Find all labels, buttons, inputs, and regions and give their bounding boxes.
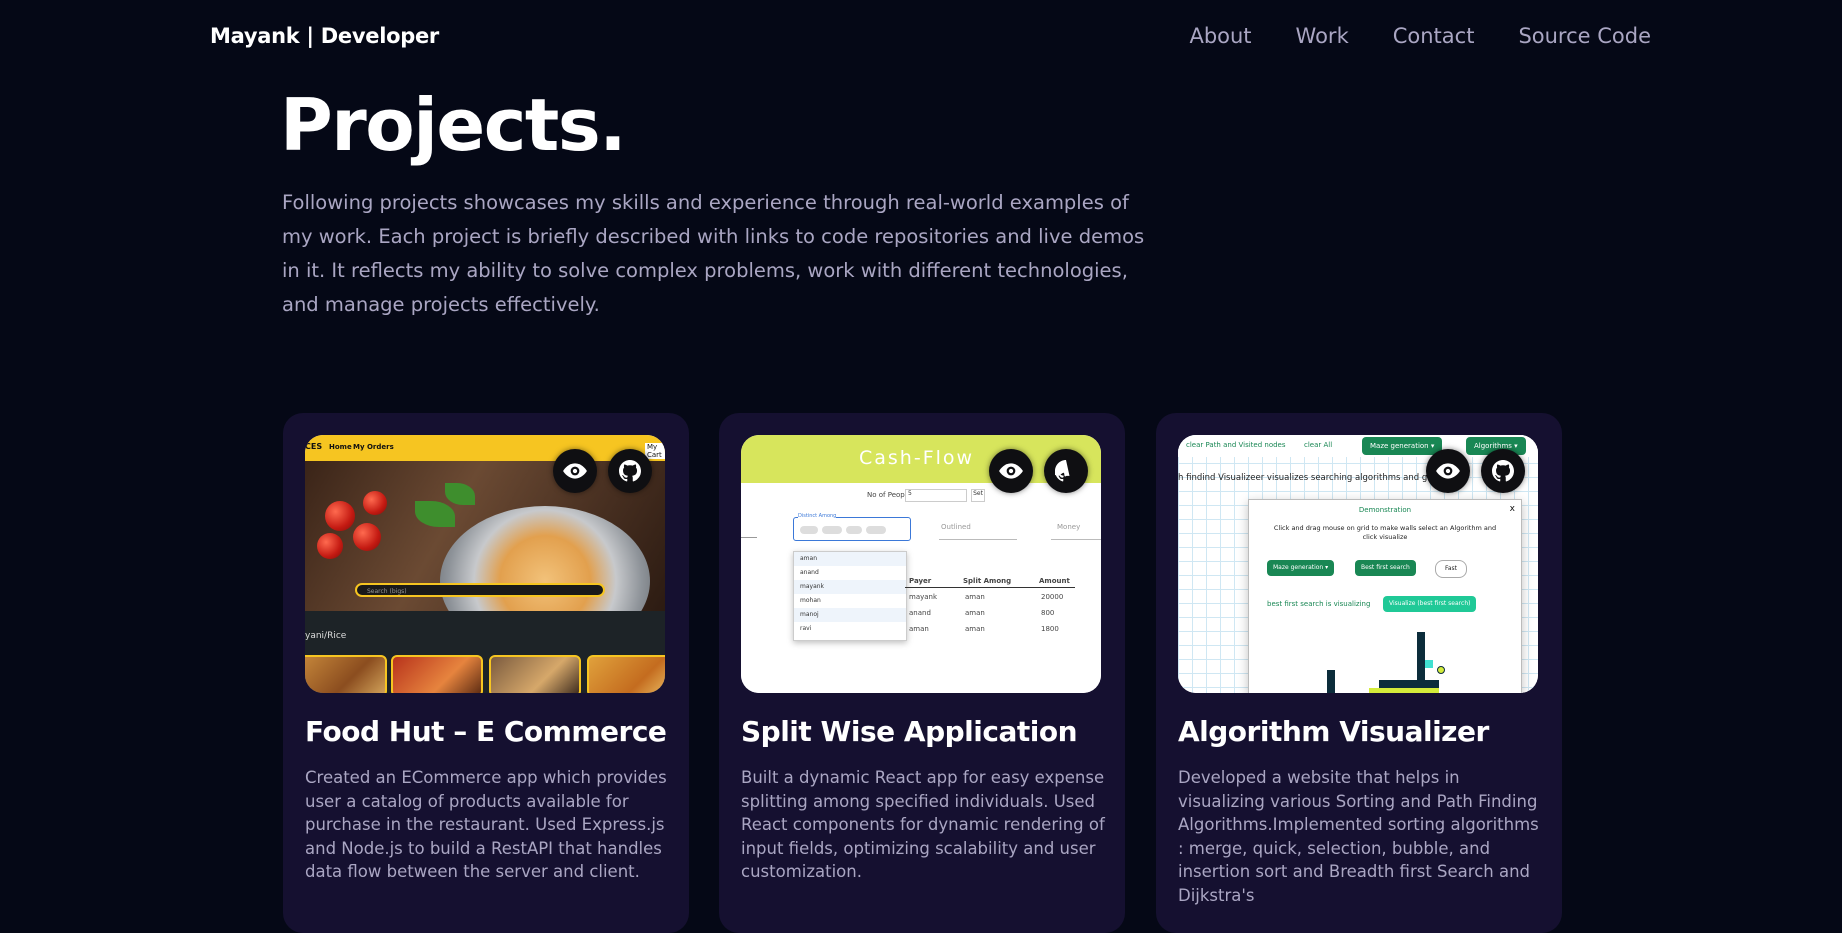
nav-link-about[interactable]: About: [1189, 24, 1251, 48]
project-card-algorithm-visualizer: clear Path and Visited nodes clear All M…: [1156, 413, 1562, 933]
eye-icon: [563, 463, 587, 479]
thumb-dish: [489, 655, 581, 693]
project-title: Split Wise Application: [741, 715, 1078, 748]
eye-icon: [1436, 463, 1460, 479]
thumb-nav-home: Home: [329, 443, 352, 451]
thumb-tagline: h findind Visualizeer visualizes searchi…: [1178, 473, 1459, 483]
thumb-dish: [391, 655, 483, 693]
thumb-nav-cart: My Cart: [645, 443, 665, 459]
page-title: Projects.: [280, 83, 627, 167]
thumb-outlined-field: Outlined: [939, 517, 1017, 540]
github-icon: [1055, 460, 1070, 482]
thumb-modal: Demonstration x Click and drag mouse on …: [1248, 499, 1522, 693]
eye-icon: [999, 463, 1023, 479]
live-demo-button[interactable]: [1426, 449, 1470, 493]
thumb-logo: CES: [305, 442, 323, 451]
github-icon: [619, 460, 641, 482]
project-description: Built a dynamic React app for easy expen…: [741, 768, 1105, 881]
project-thumbnail: clear Path and Visited nodes clear All M…: [1178, 435, 1538, 693]
thumb-category-strip: yani/Rice: [305, 611, 665, 693]
thumb-field: [741, 517, 757, 538]
project-thumbnail: CES Home My Orders My Cart Search (bigs)…: [305, 435, 665, 693]
project-card-food-hut: CES Home My Orders My Cart Search (bigs)…: [283, 413, 689, 933]
project-title: Food Hut – E Commerce: [305, 715, 667, 748]
thumb-chip-select: Distinct Among: [793, 513, 911, 541]
nav-link-contact[interactable]: Contact: [1393, 24, 1475, 48]
projects-intro: Following projects showcases my skills a…: [282, 191, 1145, 316]
nav-link-source-code[interactable]: Source Code: [1518, 24, 1651, 48]
project-card-split-wise: Cash-Flow No of People: 5 Set Distinct A…: [719, 413, 1125, 933]
live-demo-button[interactable]: [989, 449, 1033, 493]
thumb-nav-orders: My Orders: [353, 443, 394, 451]
thumb-money-field: Money: [1051, 517, 1101, 540]
navbar: Mayank | Developer About Work Contact So…: [0, 0, 1842, 74]
basil-leaf: [445, 483, 475, 505]
tomato: [363, 491, 387, 515]
basil-leaf: [415, 501, 455, 527]
thumb-dish: [587, 655, 665, 693]
thumb-category-label: yani/Rice: [305, 631, 347, 641]
github-button[interactable]: [608, 449, 652, 493]
thumb-dish: [305, 655, 387, 693]
nav-links: About Work Contact Source Code: [1189, 24, 1651, 48]
project-thumbnail: Cash-Flow No of People: 5 Set Distinct A…: [741, 435, 1101, 693]
thumb-dropdown: aman anand mayank mohan manoj ravi: [793, 551, 907, 641]
tomato: [317, 533, 343, 559]
thumb-people-input: 5: [905, 489, 967, 502]
thumb-header: clear Path and Visited nodes clear All M…: [1178, 435, 1538, 457]
github-button[interactable]: [1044, 449, 1088, 493]
nav-link-work[interactable]: Work: [1296, 24, 1349, 48]
thumb-set-button: Set: [971, 489, 985, 502]
thumb-search-bar: Search (bigs): [355, 583, 605, 597]
thumb-header: CES Home My Orders My Cart: [305, 435, 665, 461]
tomato: [325, 501, 355, 531]
tomato: [353, 523, 381, 551]
thumb-brand: Cash-Flow: [859, 447, 975, 469]
thumb-col-split: Split Among: [963, 577, 1012, 585]
thumb-col-amount: Amount: [1039, 577, 1070, 585]
thumb-col-payer: Payer: [909, 577, 932, 585]
live-demo-button[interactable]: [553, 449, 597, 493]
thumb-form: No of People: 5 Set Distinct Among Outli…: [741, 483, 1101, 693]
github-icon: [1492, 460, 1514, 482]
project-description: Created an ECommerce app which provides …: [305, 768, 667, 881]
brand-logo-link[interactable]: Mayank | Developer: [210, 24, 439, 48]
project-description: Developed a website that helps in visual…: [1178, 768, 1539, 905]
project-title: Algorithm Visualizer: [1178, 715, 1489, 748]
github-button[interactable]: [1481, 449, 1525, 493]
